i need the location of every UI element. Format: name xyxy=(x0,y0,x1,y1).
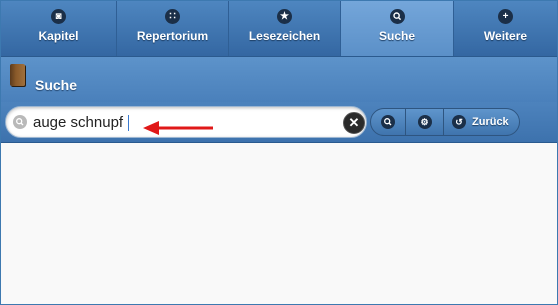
back-icon: ↺ xyxy=(452,115,466,129)
grid-icon: ∷ xyxy=(165,9,180,24)
settings-button[interactable]: ⚙ xyxy=(406,109,444,135)
page-header: Suche xyxy=(1,57,557,102)
search-icon xyxy=(13,115,27,129)
binoculars-icon: ◙ xyxy=(51,9,66,24)
red-arrow-annotation xyxy=(143,121,213,135)
tab-lesezeichen[interactable]: ★ Lesezeichen xyxy=(229,1,341,56)
search-bar: ✕ ⚙ ↺ Zurück xyxy=(1,102,557,143)
back-button-label: Zurück xyxy=(472,116,509,128)
search-field[interactable]: ✕ xyxy=(5,106,367,138)
tab-label: Lesezeichen xyxy=(248,29,321,43)
search-button[interactable] xyxy=(371,109,406,135)
clear-icon[interactable]: ✕ xyxy=(343,112,365,134)
tab-label: Repertorium xyxy=(136,29,209,43)
tab-bar: ◙ Kapitel ∷ Repertorium ★ Lesezeichen Su… xyxy=(1,1,557,57)
search-icon xyxy=(389,9,405,24)
search-icon xyxy=(381,115,395,129)
gear-icon: ⚙ xyxy=(417,115,432,129)
tab-label: Kapitel xyxy=(38,29,79,43)
star-icon: ★ xyxy=(277,9,292,24)
tab-label: Weitere xyxy=(483,29,528,43)
results-area xyxy=(1,143,557,304)
tab-label: Suche xyxy=(378,29,415,43)
tab-weitere[interactable]: + Weitere xyxy=(454,1,557,56)
back-button[interactable]: ↺ Zurück xyxy=(444,109,519,135)
tab-kapitel[interactable]: ◙ Kapitel xyxy=(1,1,117,56)
tab-repertorium[interactable]: ∷ Repertorium xyxy=(117,1,229,56)
tab-suche[interactable]: Suche xyxy=(341,1,454,56)
search-button-group: ⚙ ↺ Zurück xyxy=(370,108,520,136)
app-window: ◙ Kapitel ∷ Repertorium ★ Lesezeichen Su… xyxy=(0,0,558,305)
text-cursor xyxy=(128,115,129,131)
page-title: Suche xyxy=(35,77,78,93)
plus-icon: + xyxy=(498,9,513,24)
book-icon xyxy=(10,64,25,86)
